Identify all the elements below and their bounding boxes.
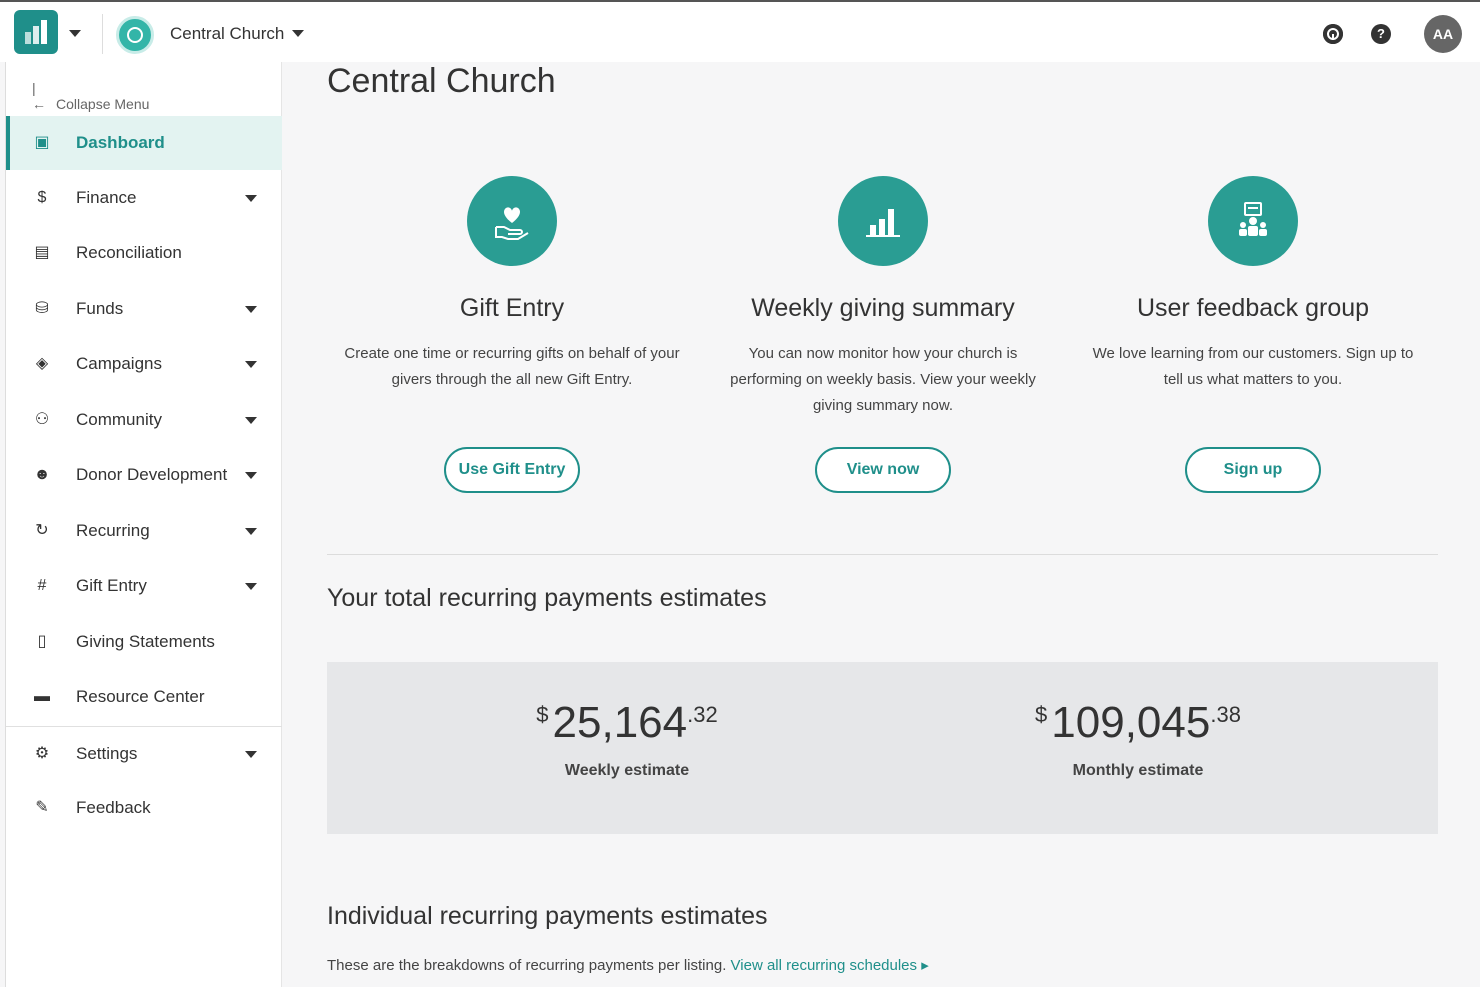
weekly-summary-description: You can now monitor how your church is p…	[730, 345, 1036, 414]
notifications-icon[interactable]	[1323, 24, 1343, 44]
feedback-group-title: User feedback group	[1136, 294, 1370, 322]
totals-title: Your total recurring payments estimates	[327, 584, 767, 612]
individual-description: These are the breakdowns of recurring pa…	[327, 957, 929, 974]
statement-icon: ▯	[37, 633, 47, 650]
app-switcher-caret-icon[interactable]	[69, 30, 81, 37]
sidebar-item-funds[interactable]: ⛁ Funds	[6, 282, 282, 336]
chevron-down-icon[interactable]	[245, 195, 257, 202]
sidebar-item-label: Community	[76, 410, 162, 429]
pencil-icon: ✎	[35, 799, 49, 816]
people-icon: ⚇	[34, 411, 50, 428]
recurring-icon: ↻	[35, 522, 49, 539]
view-all-recurring-link[interactable]: View all recurring schedules ▸	[731, 957, 929, 974]
app-logo[interactable]	[14, 10, 58, 54]
sidebar-item-giving-statements[interactable]: ▯ Giving Statements	[6, 615, 282, 669]
sidebar-item-label: Finance	[76, 188, 137, 207]
sidebar-item-finance[interactable]: $ Finance	[6, 171, 282, 225]
bar-chart-icon	[838, 176, 928, 266]
donor-icon: ☻	[33, 466, 51, 483]
monthly-estimate-amount: $109,045.38	[1035, 698, 1241, 747]
sidebar-item-label: Giving Statements	[76, 632, 215, 651]
sidebar-item-label: Resource Center	[76, 687, 205, 706]
sidebar-item-gift-entry[interactable]: # Gift Entry	[6, 559, 282, 613]
weekly-estimate-amount: $25,164.32	[536, 698, 718, 747]
gear-icon: ⚙	[34, 745, 50, 762]
sidebar-divider	[6, 726, 282, 727]
org-logo-icon[interactable]	[116, 16, 154, 54]
gift-entry-icon: #	[37, 577, 47, 594]
collapse-menu-button[interactable]: |← Collapse Menu	[32, 80, 149, 112]
sidebar-item-label: Feedback	[76, 798, 151, 817]
top-divider	[102, 14, 103, 54]
feedback-group-description: We love learning from our customers. Sig…	[1092, 345, 1414, 388]
top-bar: Central Church ? AA	[0, 0, 1480, 62]
sidebar-item-label: Reconciliation	[76, 243, 182, 262]
sidebar-item-label: Dashboard	[76, 133, 165, 152]
org-switcher-caret-icon[interactable]	[292, 30, 304, 37]
feedback-group-icon	[1208, 176, 1298, 266]
chevron-down-icon[interactable]	[245, 306, 257, 313]
sidebar-item-label: Settings	[76, 744, 138, 763]
gift-entry-card: Gift Entry Create one time or recurring …	[327, 176, 697, 393]
chevron-down-icon[interactable]	[245, 472, 257, 479]
sidebar-item-resource-center[interactable]: ▬ Resource Center	[6, 670, 282, 724]
sidebar-item-dashboard[interactable]: ▣ Dashboard	[6, 116, 282, 170]
sidebar-item-feedback[interactable]: ✎ Feedback	[6, 781, 282, 835]
coins-icon: ⛁	[35, 300, 49, 317]
weekly-estimate: $25,164.32 Weekly estimate	[427, 698, 827, 780]
org-switcher-label[interactable]: Central Church	[170, 24, 284, 44]
dollar-icon: $	[37, 189, 47, 206]
individual-title: Individual recurring payments estimates	[327, 902, 768, 930]
weekly-summary-card: Weekly giving summary You can now monito…	[698, 176, 1068, 419]
sidebar-item-community[interactable]: ⚇ Community	[6, 393, 282, 447]
monthly-estimate: $109,045.38 Monthly estimate	[938, 698, 1338, 780]
weekly-estimate-label: Weekly estimate	[564, 762, 690, 779]
chevron-down-icon[interactable]	[245, 751, 257, 758]
sidebar-item-label: Donor Development	[76, 465, 228, 484]
sidebar-item-label: Recurring	[76, 521, 150, 540]
sidebar-item-donor-development[interactable]: ☻ Donor Development	[6, 448, 282, 502]
dashboard-icon: ▣	[34, 134, 50, 151]
collapse-arrow-icon: |←	[32, 80, 46, 112]
feedback-group-card: User feedback group We love learning fro…	[1068, 176, 1438, 393]
sidebar-item-label: Funds	[76, 299, 124, 318]
chevron-down-icon[interactable]	[245, 361, 257, 368]
megaphone-icon: ◈	[35, 355, 49, 372]
monthly-estimate-label: Monthly estimate	[1072, 762, 1204, 779]
gift-entry-description: Create one time or recurring gifts on be…	[344, 345, 680, 388]
sidebar: |← Collapse Menu ▣ Dashboard $ Finance ▤ Recon…	[5, 62, 282, 987]
use-gift-entry-button[interactable]: Use Gift Entry	[444, 447, 580, 493]
page-title: Central Church	[327, 62, 556, 100]
resource-icon: ▬	[34, 688, 50, 705]
estimates-panel: $25,164.32 Weekly estimate $109,045.38 M…	[327, 662, 1438, 834]
chevron-down-icon[interactable]	[245, 417, 257, 424]
help-icon[interactable]: ?	[1371, 24, 1391, 44]
heart-hand-icon	[467, 176, 557, 266]
sign-up-button[interactable]: Sign up	[1185, 447, 1321, 493]
user-avatar[interactable]: AA	[1424, 15, 1462, 53]
sidebar-item-campaigns[interactable]: ◈ Campaigns	[6, 337, 282, 391]
sidebar-item-settings[interactable]: ⚙ Settings	[6, 727, 282, 781]
sidebar-item-recurring[interactable]: ↻ Recurring	[6, 504, 282, 558]
collapse-menu-label: Collapse Menu	[56, 96, 150, 112]
view-now-button[interactable]: View now	[815, 447, 951, 493]
calculator-icon: ▤	[34, 244, 50, 261]
app-logo-icon	[25, 20, 47, 44]
section-divider	[327, 554, 1438, 555]
chevron-down-icon[interactable]	[245, 528, 257, 535]
sidebar-item-label: Gift Entry	[76, 576, 147, 595]
weekly-summary-title: Weekly giving summary	[751, 294, 1015, 322]
sidebar-item-label: Campaigns	[76, 354, 162, 373]
chevron-down-icon[interactable]	[245, 583, 257, 590]
sidebar-item-reconciliation[interactable]: ▤ Reconciliation	[6, 226, 282, 280]
gift-entry-title: Gift Entry	[459, 294, 565, 322]
